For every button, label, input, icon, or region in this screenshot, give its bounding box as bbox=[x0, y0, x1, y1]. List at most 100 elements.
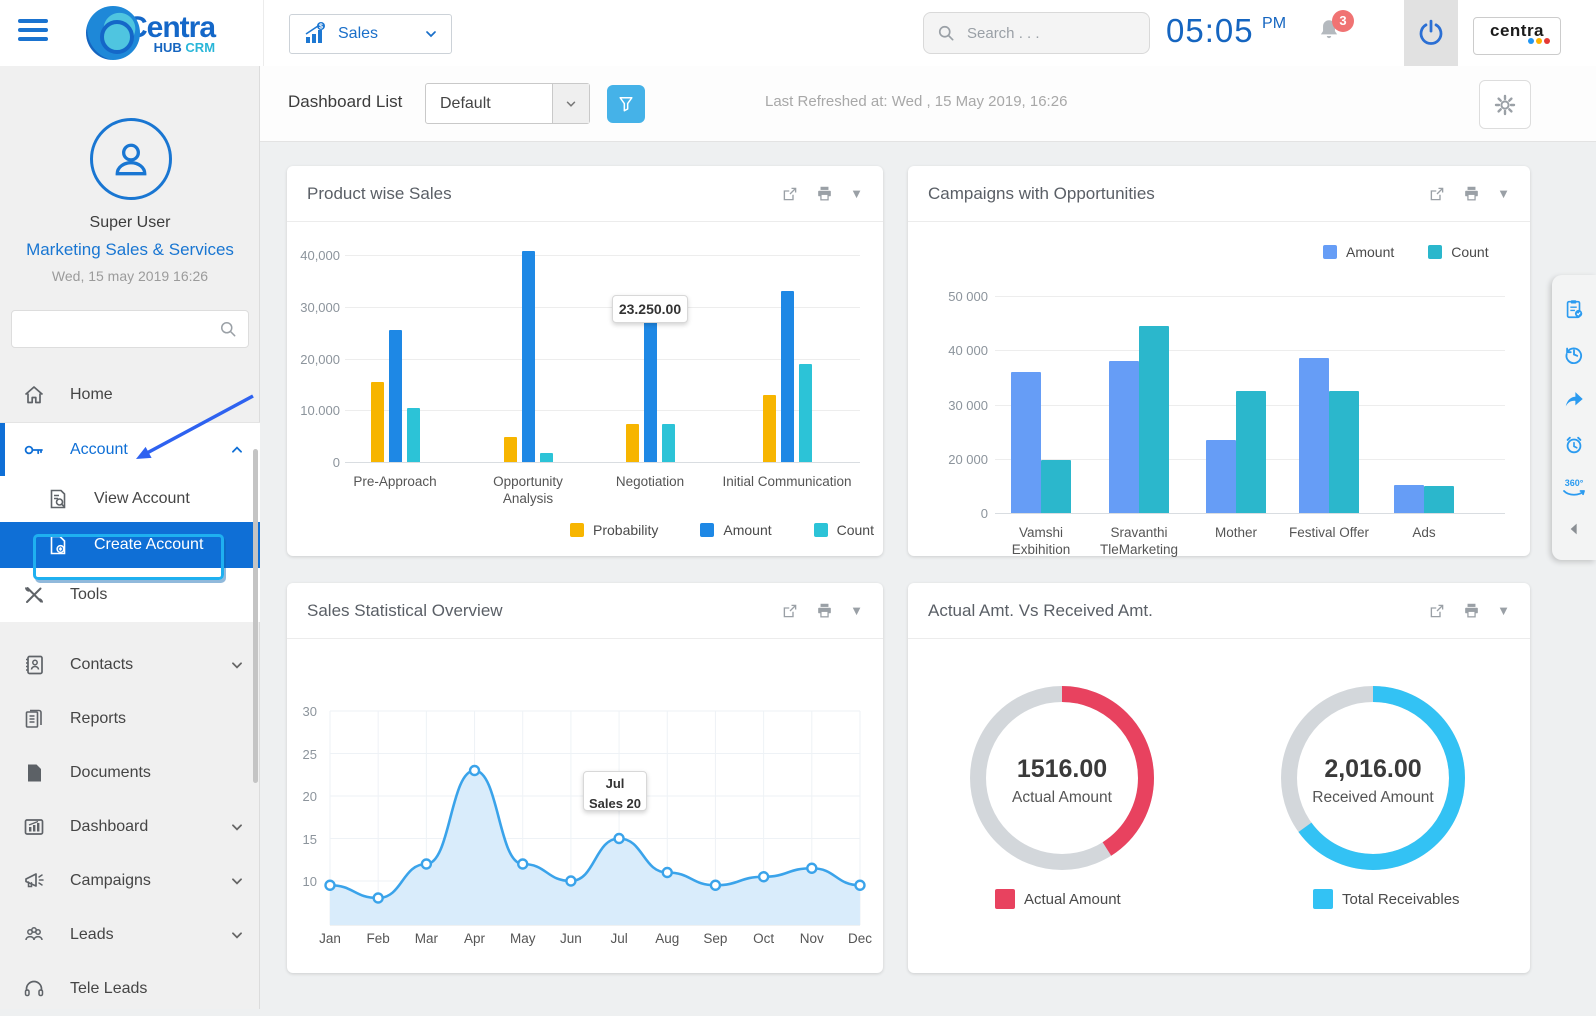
bar-count[interactable] bbox=[661, 424, 675, 462]
sidebar-item-create-account[interactable]: Create Account bbox=[0, 522, 260, 568]
external-link-icon[interactable] bbox=[781, 185, 799, 203]
sidebar-item-view-account[interactable]: View Account bbox=[0, 476, 260, 522]
bar-amount[interactable] bbox=[1394, 485, 1424, 513]
bar-count[interactable] bbox=[1329, 391, 1359, 513]
module-selector[interactable]: $ Sales bbox=[289, 14, 452, 54]
sidebar-item-documents[interactable]: Documents bbox=[0, 746, 260, 800]
reminder-icon[interactable] bbox=[1563, 434, 1585, 456]
card-sales-statistical-overview: Sales Statistical Overview ▼ 10 15 20 25 30 J… bbox=[287, 583, 883, 973]
bar-amount[interactable] bbox=[1299, 358, 1329, 513]
bar-amount[interactable] bbox=[1206, 440, 1236, 513]
data-point[interactable] bbox=[517, 858, 529, 870]
bar-amount[interactable] bbox=[1109, 361, 1139, 513]
sidebar-item-tele-leads[interactable]: Tele Leads bbox=[0, 962, 260, 1016]
search-input[interactable] bbox=[965, 23, 1129, 43]
axis-tick-label: 40,000 bbox=[300, 248, 340, 263]
menu-toggle-icon[interactable] bbox=[18, 19, 48, 45]
data-point[interactable] bbox=[324, 879, 336, 891]
search-icon bbox=[938, 25, 954, 41]
main-content: Dashboard List Default Last Refreshed at… bbox=[260, 66, 1596, 1009]
filter-button[interactable] bbox=[607, 85, 645, 123]
bar-probability[interactable] bbox=[370, 382, 384, 462]
sidebar-item-leads[interactable]: Leads bbox=[0, 908, 260, 962]
external-link-icon[interactable] bbox=[1428, 602, 1446, 620]
home-icon bbox=[24, 386, 44, 404]
share-icon[interactable] bbox=[1563, 388, 1585, 410]
legend-item[interactable]: Amount bbox=[1323, 244, 1394, 260]
bar-count[interactable] bbox=[1424, 486, 1454, 513]
sidebar-item-home[interactable]: Home bbox=[0, 368, 260, 422]
sidebar-item-account[interactable]: Account bbox=[0, 422, 260, 476]
axis-category-label: Sep bbox=[703, 931, 728, 946]
360-view-icon[interactable]: 360° bbox=[1562, 478, 1586, 498]
print-icon[interactable] bbox=[815, 601, 834, 620]
centra-mini-logo[interactable]: centra bbox=[1473, 17, 1561, 55]
bar-amount[interactable] bbox=[643, 315, 657, 462]
bar-amount[interactable] bbox=[1011, 372, 1041, 513]
sidebar-item-reports[interactable]: Reports bbox=[0, 692, 260, 746]
bar-count[interactable] bbox=[406, 408, 420, 462]
print-icon[interactable] bbox=[1462, 601, 1481, 620]
bar-amount[interactable] bbox=[521, 251, 535, 462]
bar-amount[interactable] bbox=[780, 291, 794, 462]
bar-count[interactable] bbox=[1236, 391, 1266, 513]
bar-count[interactable] bbox=[539, 453, 553, 462]
sidebar-item-contacts[interactable]: Contacts bbox=[0, 638, 260, 692]
legend-item[interactable]: Amount bbox=[700, 522, 772, 538]
sidebar-item-tools[interactable]: Tools bbox=[0, 568, 260, 622]
data-point[interactable] bbox=[709, 879, 722, 891]
bar-count[interactable] bbox=[1139, 326, 1169, 513]
dashboard-view-selector[interactable]: Default bbox=[425, 83, 590, 124]
caret-down-icon[interactable]: ▼ bbox=[850, 603, 863, 618]
tasks-icon[interactable] bbox=[1563, 298, 1585, 320]
legend-item[interactable]: Probability bbox=[570, 522, 658, 538]
data-point[interactable] bbox=[565, 875, 577, 887]
data-point[interactable] bbox=[757, 871, 770, 883]
user-organization[interactable]: Marketing Sales & Services bbox=[0, 240, 260, 260]
print-icon[interactable] bbox=[1462, 184, 1481, 203]
data-point[interactable] bbox=[806, 862, 818, 874]
caret-down-icon[interactable]: ▼ bbox=[1497, 603, 1510, 618]
bar-count[interactable] bbox=[798, 364, 812, 462]
bar-amount[interactable] bbox=[388, 330, 402, 462]
history-icon[interactable] bbox=[1563, 343, 1585, 365]
axis-tick-label: 10 bbox=[302, 874, 317, 889]
axis-category-label: Jul bbox=[610, 931, 628, 946]
donut-actual: 1516.00 Actual Amount bbox=[967, 683, 1157, 873]
brand-sub-hub: HUB bbox=[153, 39, 182, 55]
external-link-icon[interactable] bbox=[781, 602, 799, 620]
user-avatar[interactable] bbox=[90, 118, 172, 200]
caret-down-icon[interactable]: ▼ bbox=[1497, 186, 1510, 201]
logout-button[interactable] bbox=[1404, 0, 1458, 66]
bar-probability[interactable] bbox=[625, 424, 639, 462]
bar-probability[interactable] bbox=[503, 437, 517, 462]
data-point[interactable] bbox=[468, 764, 481, 777]
bar-probability[interactable] bbox=[762, 395, 776, 462]
data-point[interactable] bbox=[420, 858, 433, 870]
caret-down-icon[interactable]: ▼ bbox=[850, 186, 863, 201]
app-logo[interactable]: Centra HUB CRM bbox=[86, 6, 216, 60]
sidebar-scrollbar[interactable] bbox=[253, 449, 258, 783]
data-point[interactable] bbox=[372, 892, 384, 904]
print-icon[interactable] bbox=[815, 184, 834, 203]
data-point[interactable] bbox=[854, 879, 866, 891]
legend-item[interactable]: Count bbox=[1428, 244, 1489, 260]
axis-category-label: Dec bbox=[847, 931, 872, 946]
axis-tick-label: 0 bbox=[980, 506, 988, 521]
donut-value: 1516.00 bbox=[1016, 755, 1108, 783]
sidebar-nav: Home Account View Account Create Account… bbox=[0, 368, 260, 1016]
sidebar-item-dashboard[interactable]: Dashboard bbox=[0, 800, 260, 854]
document-search-icon bbox=[50, 489, 66, 509]
external-link-icon[interactable] bbox=[1428, 185, 1446, 203]
bar-count[interactable] bbox=[1041, 460, 1071, 513]
sidebar-item-campaigns[interactable]: Campaigns bbox=[0, 854, 260, 908]
collapse-icon[interactable] bbox=[1566, 521, 1582, 537]
notifications-button[interactable]: 3 bbox=[1316, 10, 1354, 52]
data-point[interactable] bbox=[661, 866, 673, 879]
data-point[interactable] bbox=[613, 832, 625, 845]
legend-item[interactable]: Count bbox=[813, 522, 874, 538]
sidebar-search[interactable] bbox=[11, 310, 249, 348]
sidebar-search-input[interactable] bbox=[22, 320, 218, 338]
global-search[interactable] bbox=[923, 12, 1150, 54]
dashboard-settings-button[interactable] bbox=[1479, 80, 1531, 129]
